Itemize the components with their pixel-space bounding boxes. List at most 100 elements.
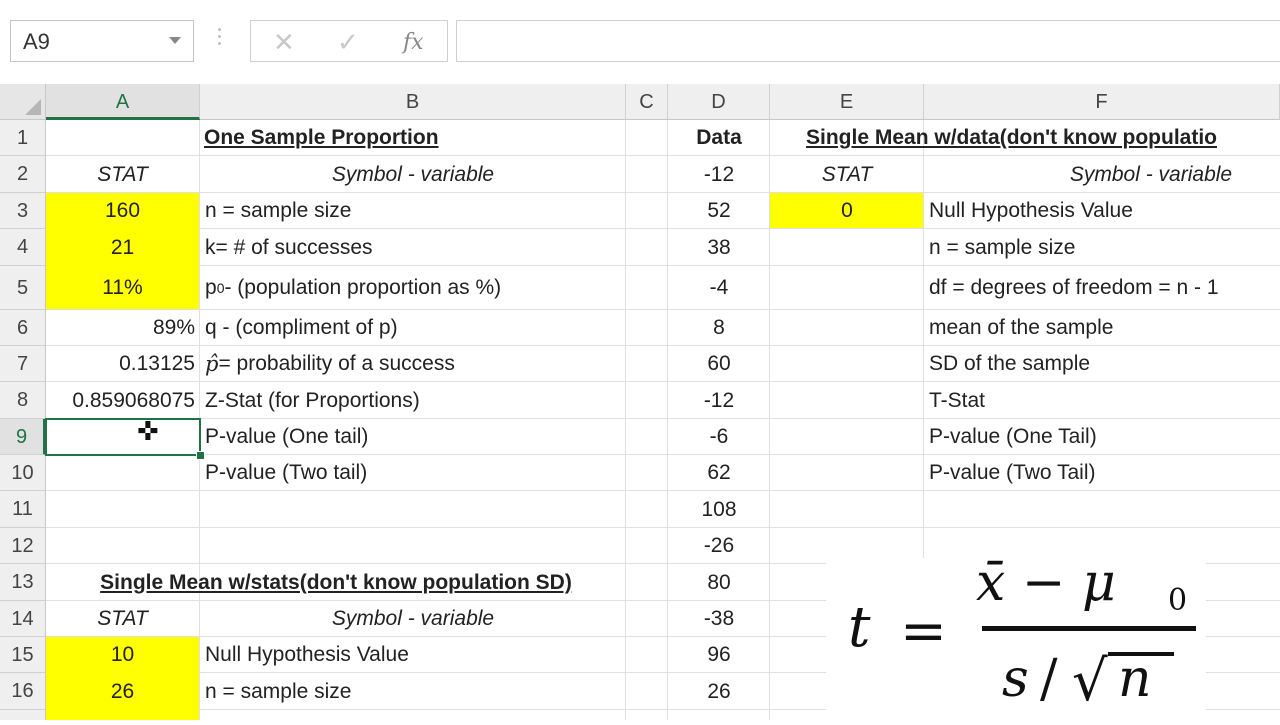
data-cell[interactable]: 60 [668,346,770,382]
row-header-16[interactable]: 16 [0,673,46,710]
row-header-12[interactable]: 12 [0,528,46,564]
formula-bar-buttons: ✕ ✓ fx [250,20,448,62]
row-header-5[interactable]: 5 [0,266,46,310]
column-header-e[interactable]: E [770,84,924,120]
data-cell[interactable]: 62 [668,455,770,491]
cell-b1[interactable]: One Sample Proportion [204,120,439,156]
cell-a7[interactable]: 0.13125 [46,346,195,382]
fill-handle[interactable] [196,451,205,460]
cell-b10[interactable]: P-value (Two tail) [205,455,367,491]
row-header-8[interactable]: 8 [0,382,46,419]
cell-b8[interactable]: Z-Stat (for Proportions) [205,382,420,419]
cell-a16[interactable]: 26 [46,673,199,710]
data-cell[interactable]: -6 [668,419,770,455]
data-cell[interactable]: 108 [668,491,770,528]
row-header-10[interactable]: 10 [0,455,46,491]
cell-f4[interactable]: n = sample size [929,229,1076,266]
formula-input[interactable] [456,20,1280,62]
cell-f2[interactable]: Symbol - variable [924,156,1280,193]
row-header-9[interactable]: 9 [0,419,46,455]
column-header-a[interactable]: A [46,84,200,120]
cell-a5[interactable]: 11% [46,266,199,310]
row-header-1[interactable]: 1 [0,120,46,156]
cross-cursor-icon: ✜ [137,416,159,446]
data-cell[interactable]: 52 [668,193,770,229]
cell-b9[interactable]: P-value (One tail) [205,419,368,455]
gridline [46,527,1280,528]
data-cell[interactable]: 38 [668,229,770,266]
data-cell[interactable]: -38 [668,601,770,637]
formula-denominator-slash: / [1040,649,1058,709]
data-cell[interactable]: -4 [668,266,770,310]
cell-a13[interactable]: Single Mean w/stats(don't know populatio… [46,564,626,601]
row-header-7[interactable]: 7 [0,346,46,382]
cell-f3[interactable]: Null Hypothesis Value [929,193,1133,229]
formula-numerator-sub: 0 [1168,583,1187,618]
data-cell[interactable]: -12 [668,382,770,419]
column-header-d[interactable]: D [668,84,770,120]
cell-b4[interactable]: k= # of successes [205,229,373,266]
row-header-6[interactable]: 6 [0,310,46,346]
cell-b5-symbol: p [205,276,217,299]
column-header-f[interactable]: F [924,84,1280,120]
t-statistic-formula-image: t = x̄ − μ 0 s / √ n [826,553,1206,720]
cell-b7-text: = probability of a success [218,352,455,375]
insert-function-icon[interactable]: fx [403,30,424,55]
cell-f8[interactable]: T-Stat [929,382,985,419]
cell-d1[interactable]: Data [668,120,770,156]
formula-denominator-n: n [1118,649,1152,709]
cell-e1[interactable]: Single Mean w/data(don't know populatio [806,120,1217,156]
cell-a15[interactable]: 10 [46,637,199,673]
column-header-c[interactable]: C [626,84,668,120]
chevron-down-icon[interactable] [169,37,181,44]
data-cell[interactable]: 8 [668,310,770,346]
active-cell-a9[interactable] [45,418,201,456]
cell-f6[interactable]: mean of the sample [929,310,1113,346]
cancel-icon[interactable]: ✕ [273,27,295,58]
cell-b2[interactable]: Symbol - variable [200,156,626,193]
row-header-17[interactable]: 17 [0,710,46,720]
column-header-b[interactable]: B [200,84,626,120]
enter-icon[interactable]: ✓ [337,27,359,58]
data-cell[interactable]: -12 [668,156,770,193]
cell-f9[interactable]: P-value (One Tail) [929,419,1097,455]
cell-a14[interactable]: STAT [46,601,199,637]
name-box-value: A9 [23,29,50,54]
cell-a2[interactable]: STAT [46,156,199,193]
cell-b15[interactable]: Null Hypothesis Value [205,637,409,673]
data-cell[interactable]: 80 [668,564,770,601]
cell-a4[interactable]: 21 [46,229,199,266]
cell-b16[interactable]: n = sample size [205,673,352,710]
row-header-13[interactable]: 13 [0,564,46,601]
cell-b14[interactable]: Symbol - variable [200,601,626,637]
cell-b7[interactable]: p̂ = probability of a success [205,346,455,382]
cell-e2[interactable]: STAT [770,156,924,193]
cell-b3[interactable]: n = sample size [205,193,352,229]
cell-a8[interactable]: 0.859068075 [46,382,195,419]
data-cell[interactable]: 26 [668,673,770,710]
select-all-button[interactable] [0,84,46,120]
row-header-3[interactable]: 3 [0,193,46,229]
cell-a6[interactable]: 89% [46,310,195,346]
cell-f7[interactable]: SD of the sample [929,346,1090,382]
row-header-14[interactable]: 14 [0,601,46,637]
cell-f5[interactable]: df = degrees of freedom = n - 1 [929,266,1219,310]
row-header-15[interactable]: 15 [0,637,46,673]
cell-e3[interactable]: 0 [770,193,924,229]
formula-numerator: x̄ − μ [976,558,1116,613]
formula-svg: t = x̄ − μ 0 s / √ n [848,553,1196,714]
row-header-2[interactable]: 2 [0,156,46,193]
cell-f10[interactable]: P-value (Two Tail) [929,455,1096,491]
drag-handle-icon[interactable] [216,24,222,58]
formula-denominator-root: √ [1072,649,1108,714]
data-cell[interactable]: -26 [668,528,770,564]
row-header-4[interactable]: 4 [0,229,46,266]
formula-bar: A9 ✕ ✓ fx [0,0,1280,85]
cell-b6[interactable]: q - (compliment of p) [205,310,398,346]
cell-b5[interactable]: p0 - (population proportion as %) [205,266,501,310]
cell-a3[interactable]: 160 [46,193,199,229]
data-cell[interactable]: 96 [668,637,770,673]
row-header-11[interactable]: 11 [0,491,46,528]
fraction-bar [982,626,1196,631]
name-box[interactable]: A9 [10,20,194,62]
